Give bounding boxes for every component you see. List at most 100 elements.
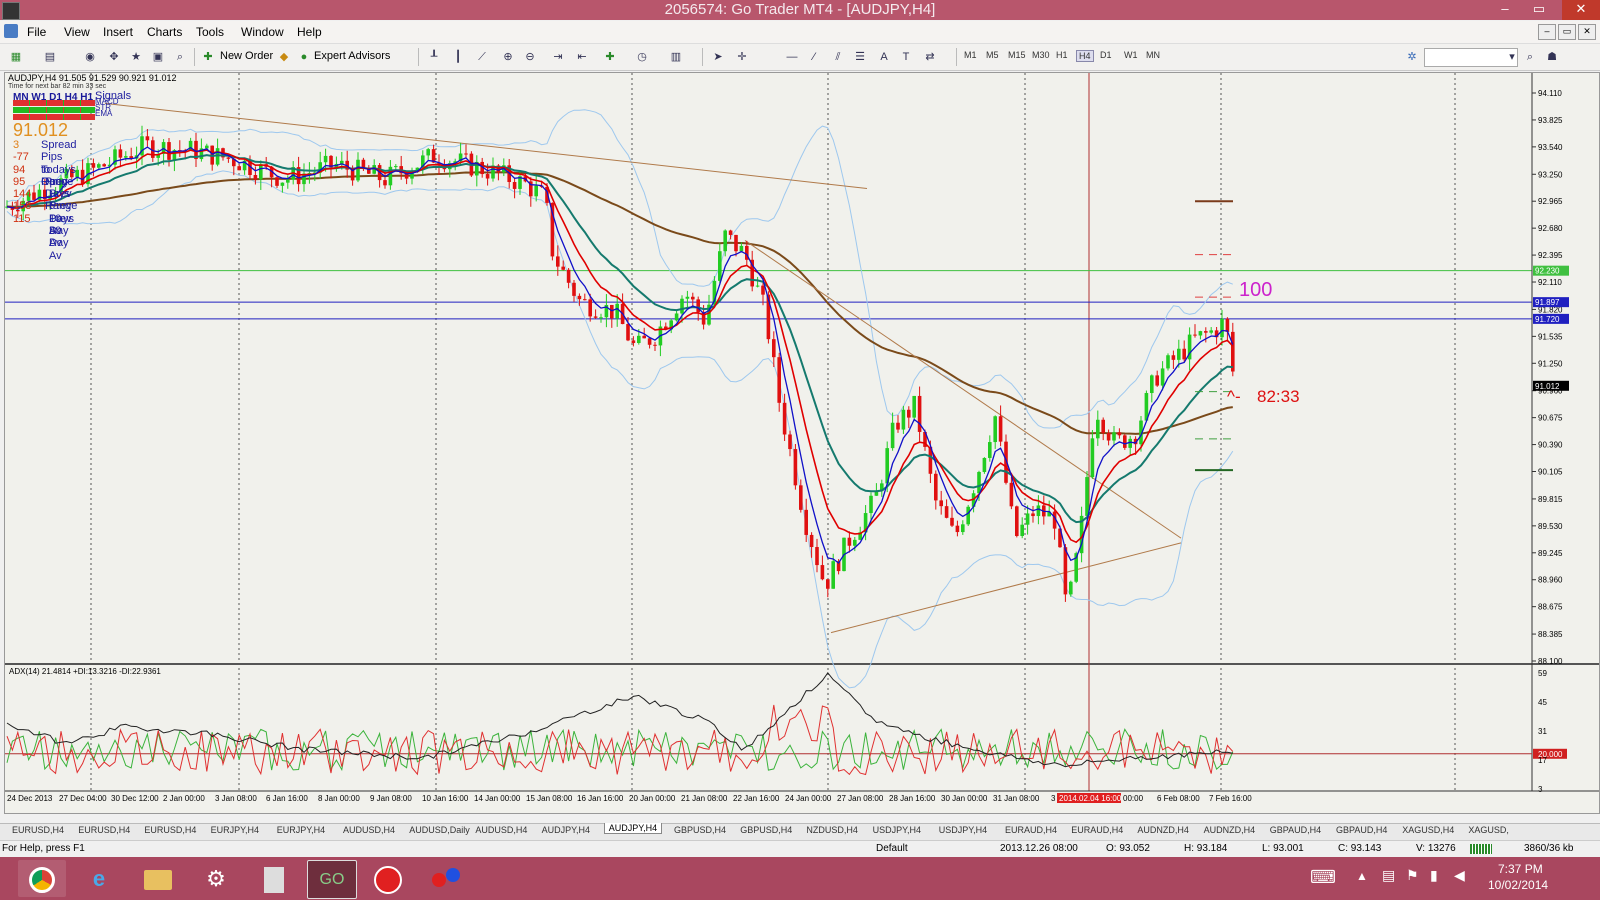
candle-body [896, 422, 900, 430]
chart-tab[interactable]: EURUSD,H4 [8, 825, 68, 835]
tf-w1[interactable]: W1 [1124, 50, 1138, 60]
chart-tab[interactable]: GBPAUD,H4 [1332, 825, 1391, 835]
strategy-tester-icon[interactable]: ⌕ [172, 49, 188, 65]
bar-chart-icon[interactable]: ┸ [426, 49, 442, 65]
zoom-out-icon[interactable]: ⊖ [522, 49, 538, 65]
chart-tab[interactable]: GBPAUD,H4 [1266, 825, 1325, 835]
chart-tab[interactable]: AUDUSD,H4 [339, 825, 399, 835]
menu-tools[interactable]: Tools [196, 25, 224, 39]
label-icon[interactable]: T [898, 49, 914, 65]
crosshair-icon[interactable]: ✛ [734, 49, 750, 65]
calculator-icon[interactable] [250, 860, 298, 897]
clock-time[interactable]: 7:37 PM [1498, 862, 1543, 876]
market-watch-icon[interactable]: ◉ [82, 49, 98, 65]
autoscroll-icon[interactable]: ⇥ [550, 49, 566, 65]
keyboard-icon[interactable]: ⌨ [1310, 867, 1336, 888]
chart-tab[interactable]: XAGUSD, [1464, 825, 1513, 835]
mdi-close-button[interactable]: ✕ [1578, 24, 1596, 40]
chart-tab[interactable]: USDJPY,H4 [935, 825, 991, 835]
go-trader-taskbar-icon[interactable]: GO [307, 860, 357, 899]
chart-tab[interactable]: AUDNZD,H4 [1133, 825, 1193, 835]
mdi-minimize-button[interactable]: – [1538, 24, 1556, 40]
chart-tab[interactable]: EURAUD,H4 [1067, 825, 1127, 835]
volume-icon[interactable]: ◀ [1454, 867, 1465, 884]
app-icon-tools[interactable]: ⚙ [192, 860, 240, 897]
tf-m30[interactable]: M30 [1032, 50, 1050, 60]
app-icon-dots[interactable] [422, 860, 470, 897]
line-chart-icon[interactable]: ⟋ [474, 49, 490, 65]
cursor-icon[interactable]: ➤ [710, 49, 726, 65]
menu-help[interactable]: Help [297, 25, 322, 39]
minimize-button[interactable]: – [1490, 0, 1520, 20]
templates-icon[interactable]: ▥ [668, 49, 684, 65]
tray-expand-icon[interactable]: ▲ [1356, 869, 1368, 883]
tf-m15[interactable]: M15 [1008, 50, 1026, 60]
action-center-icon[interactable]: ⚑ [1406, 867, 1419, 884]
search-icon[interactable]: ⌕ [1522, 49, 1538, 65]
menu-file[interactable]: File [27, 25, 46, 39]
signal-icon[interactable]: ▮ [1430, 867, 1438, 884]
chart-tab[interactable]: AUDUSD,H4 [471, 825, 531, 835]
menu-window[interactable]: Window [241, 25, 284, 39]
chart-tab[interactable]: GBPUSD,H4 [736, 825, 796, 835]
chart-tab[interactable]: EURJPY,H4 [207, 825, 263, 835]
indicators-icon[interactable]: ✚ [602, 49, 618, 65]
chart-tab[interactable]: EURUSD,H4 [140, 825, 200, 835]
tf-h4[interactable]: H4 [1076, 50, 1094, 62]
candle-body [124, 156, 128, 158]
chart-window[interactable]: 94.110 93.825 93.540 93.250 92.965 92.680 92.3… [4, 72, 1600, 814]
data-window-icon[interactable]: ✥ [106, 49, 122, 65]
menu-insert[interactable]: Insert [103, 25, 133, 39]
candlestick-icon[interactable]: ┃ [450, 49, 466, 65]
tf-m5[interactable]: M5 [986, 50, 999, 60]
new-order-button[interactable]: New Order [220, 50, 273, 62]
chart-tab[interactable]: EURAUD,H4 [1001, 825, 1061, 835]
chart-tab[interactable]: XAGUSD,H4 [1398, 825, 1458, 835]
community-icon[interactable]: ☗ [1544, 49, 1560, 65]
search-dropdown-icon[interactable]: ▾ [1504, 49, 1520, 65]
hline-icon[interactable]: — [784, 49, 800, 65]
mdi-restore-button[interactable]: ▭ [1558, 24, 1576, 40]
channel-icon[interactable]: ⫽ [830, 49, 846, 65]
text-icon[interactable]: A [876, 49, 892, 65]
chart-tab[interactable]: EURUSD,H4 [74, 825, 134, 835]
tf-m1[interactable]: M1 [964, 50, 977, 60]
expert-advisors-button[interactable]: Expert Advisors [314, 50, 390, 62]
file-explorer-icon[interactable] [134, 860, 182, 897]
metaeditor-icon[interactable]: ◆ [276, 49, 292, 65]
menu-view[interactable]: View [64, 25, 90, 39]
fibo-icon[interactable]: ☰ [852, 49, 868, 65]
new-order-icon[interactable]: ✚ [200, 49, 216, 65]
expert-advisors-icon[interactable]: ● [296, 49, 312, 65]
navigator-icon[interactable]: ★ [128, 49, 144, 65]
chrome-icon[interactable] [18, 860, 66, 897]
internet-explorer-icon[interactable]: e [75, 860, 123, 897]
clock-date[interactable]: 10/02/2014 [1488, 878, 1548, 892]
chart-tab[interactable]: AUDJPY,H4 [603, 823, 663, 834]
chart-tab[interactable]: AUDUSD,Daily [405, 825, 474, 835]
chart-shift-icon[interactable]: ⇤ [574, 49, 590, 65]
tf-mn[interactable]: MN [1146, 50, 1160, 60]
network-tray-icon[interactable]: ▤ [1382, 867, 1395, 884]
tf-d1[interactable]: D1 [1100, 50, 1112, 60]
settings-gear-icon[interactable]: ✲ [1404, 49, 1420, 65]
menu-charts[interactable]: Charts [147, 25, 182, 39]
chart-tab[interactable]: AUDJPY,H4 [538, 825, 594, 835]
trendline-icon[interactable]: ⁄ [806, 49, 822, 65]
arrows-icon[interactable]: ⇄ [922, 49, 938, 65]
chart-tab[interactable]: USDJPY,H4 [869, 825, 925, 835]
price-chart[interactable]: 94.110 93.825 93.540 93.250 92.965 92.680 92.3… [5, 73, 1599, 813]
chart-tab[interactable]: EURJPY,H4 [273, 825, 329, 835]
zoom-in-icon[interactable]: ⊕ [500, 49, 516, 65]
chart-tab[interactable]: NZDUSD,H4 [802, 825, 862, 835]
chart-tab[interactable]: GBPUSD,H4 [670, 825, 730, 835]
close-button[interactable]: ✕ [1562, 0, 1600, 20]
periods-icon[interactable]: ◷ [634, 49, 650, 65]
metatrader-icon[interactable] [364, 860, 412, 897]
terminal-icon[interactable]: ▣ [150, 49, 166, 65]
tf-h1[interactable]: H1 [1056, 50, 1068, 60]
new-chart-icon[interactable]: ▦ [8, 49, 24, 65]
chart-tab[interactable]: AUDNZD,H4 [1200, 825, 1260, 835]
maximize-button[interactable]: ▭ [1524, 0, 1554, 20]
profiles-icon[interactable]: ▤ [42, 49, 58, 65]
